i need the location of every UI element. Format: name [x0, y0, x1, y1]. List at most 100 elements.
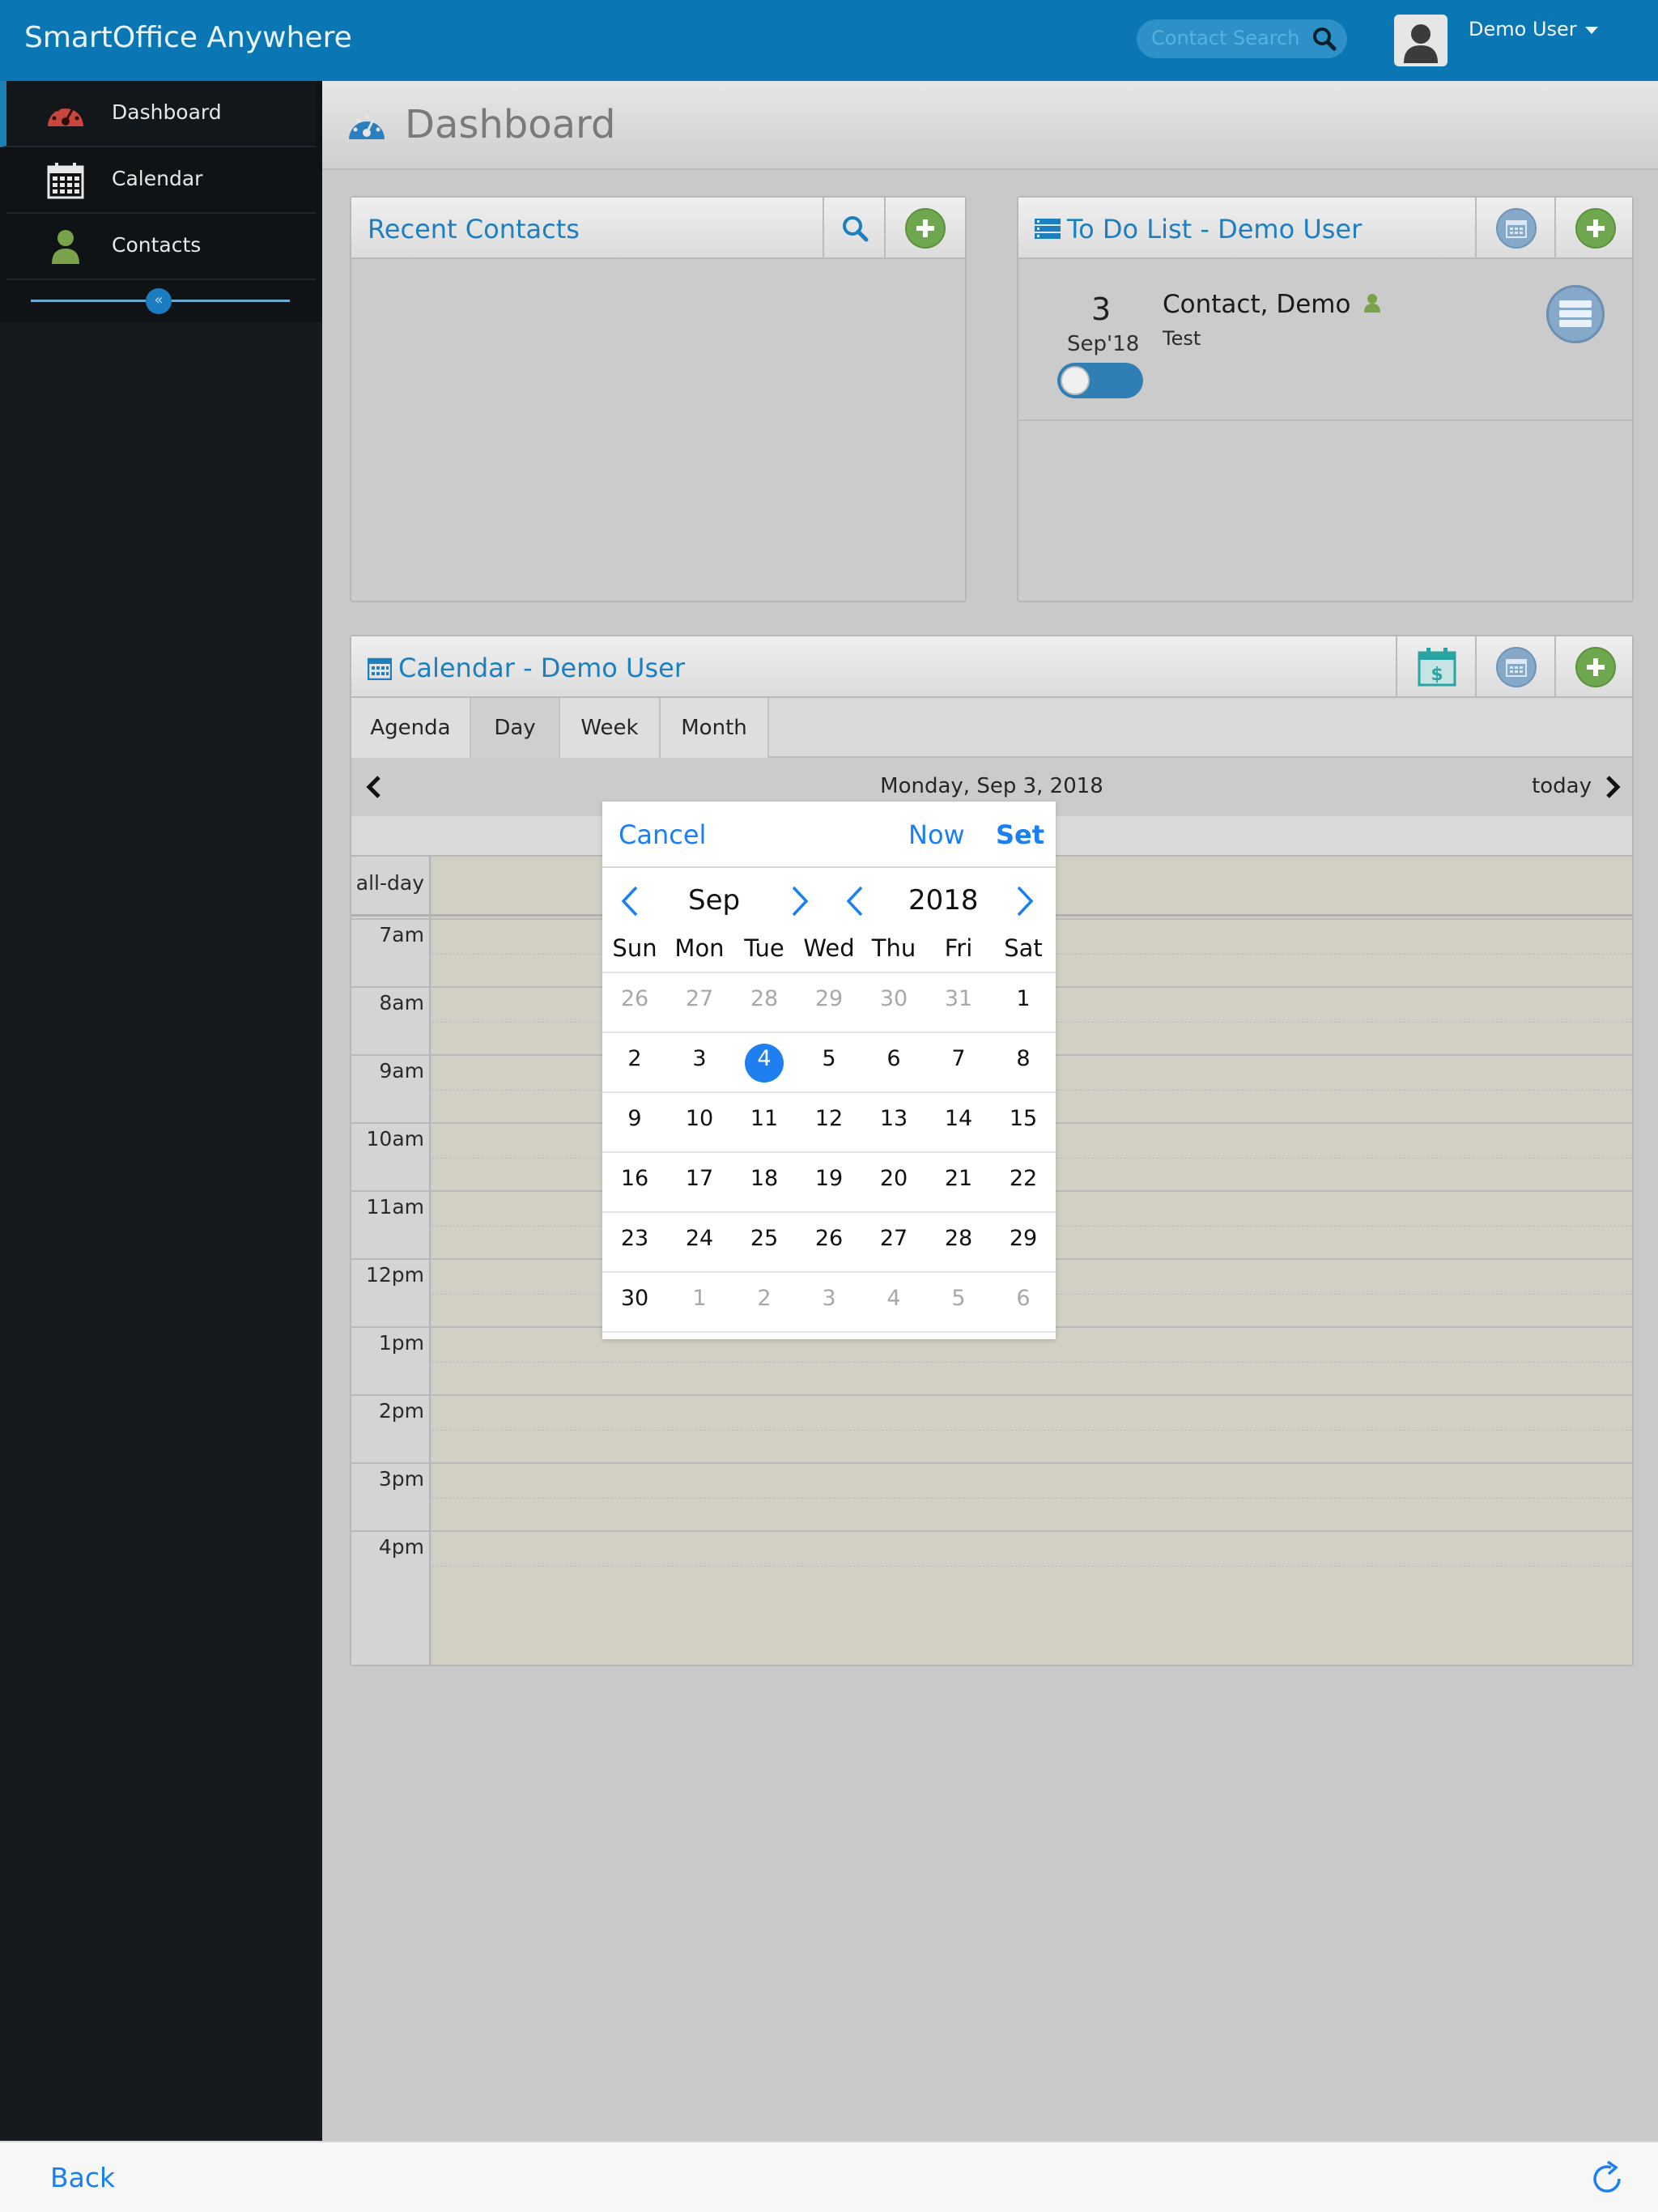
picker-day[interactable]: 5: [926, 1286, 991, 1311]
chevron-right-icon[interactable]: [1601, 774, 1624, 800]
today-button[interactable]: today: [1532, 774, 1592, 798]
picker-day[interactable]: 16: [602, 1166, 667, 1191]
picker-day[interactable]: 14: [926, 1106, 991, 1131]
picker-set-button[interactable]: Set: [996, 819, 1044, 850]
sidebar-item-contacts[interactable]: Contacts: [6, 214, 316, 280]
collapse-chevrons-icon[interactable]: «: [146, 288, 172, 314]
picker-day[interactable]: 9: [602, 1106, 667, 1131]
picker-day[interactable]: 24: [667, 1226, 732, 1251]
picker-day[interactable]: 1: [667, 1286, 732, 1311]
weekday-label: Mon: [674, 934, 725, 962]
picker-day[interactable]: 2: [602, 1046, 667, 1071]
add-todo-button[interactable]: [1554, 198, 1634, 257]
todo-menu-button[interactable]: [1546, 285, 1605, 343]
picker-day[interactable]: 19: [797, 1166, 861, 1191]
picker-day[interactable]: 27: [667, 986, 732, 1011]
add-event-button[interactable]: [1554, 636, 1634, 696]
picker-day[interactable]: 18: [732, 1166, 797, 1191]
todo-contact-name-text[interactable]: Contact, Demo: [1163, 290, 1350, 319]
picker-day[interactable]: 25: [732, 1226, 797, 1251]
picker-day[interactable]: 20: [861, 1166, 926, 1191]
picker-cancel-button[interactable]: Cancel: [619, 819, 706, 850]
picker-day[interactable]: 21: [926, 1166, 991, 1191]
picker-day[interactable]: 29: [991, 1226, 1056, 1251]
calendar-dollar-icon: $: [1418, 648, 1456, 687]
add-contact-button[interactable]: [884, 198, 963, 257]
picker-day[interactable]: 15: [991, 1106, 1056, 1131]
hour-row[interactable]: 4pm: [351, 1530, 1632, 1598]
tab-month[interactable]: Month: [661, 698, 769, 758]
next-month-chevron-icon[interactable]: [789, 884, 811, 918]
hour-row[interactable]: 3pm: [351, 1462, 1632, 1530]
prev-month-chevron-icon[interactable]: [619, 884, 641, 918]
calendar-view-button[interactable]: [1475, 636, 1554, 696]
prev-year-chevron-icon[interactable]: [844, 884, 866, 918]
contact-person-icon: [1364, 294, 1381, 313]
picker-weekday-header: Sun Mon Tue Wed Thu Fri Sat: [602, 929, 1056, 973]
picker-day[interactable]: 29: [797, 986, 861, 1011]
todo-complete-toggle[interactable]: [1057, 363, 1143, 398]
bottom-toolbar: Back: [0, 2141, 1658, 2212]
todo-contact-name[interactable]: Contact, Demo: [1163, 290, 1381, 319]
picker-day[interactable]: 23: [602, 1226, 667, 1251]
picker-day[interactable]: 6: [861, 1046, 926, 1071]
todo-day: 3: [1091, 291, 1112, 327]
picker-day[interactable]: 30: [602, 1286, 667, 1311]
sidebar-item-dashboard[interactable]: Dashboard: [0, 81, 316, 147]
picker-day[interactable]: 12: [797, 1106, 861, 1131]
sidebar-item-label: Dashboard: [112, 100, 222, 124]
sidebar-item-calendar[interactable]: Calendar: [6, 147, 316, 214]
half-hour-line: [432, 1362, 1632, 1363]
tab-day[interactable]: Day: [471, 698, 560, 758]
picker-day[interactable]: 31: [926, 986, 991, 1011]
picker-now-button[interactable]: Now: [908, 819, 965, 850]
picker-day[interactable]: 6: [991, 1286, 1056, 1311]
user-name[interactable]: Demo User: [1469, 18, 1577, 40]
picker-day[interactable]: 3: [797, 1286, 861, 1311]
picker-day[interactable]: 1: [991, 986, 1056, 1011]
contact-search-input[interactable]: Contact Search: [1151, 27, 1299, 49]
picker-day[interactable]: 30: [861, 986, 926, 1011]
contact-search-field[interactable]: Contact Search: [1137, 19, 1347, 58]
picker-day[interactable]: 7: [926, 1046, 991, 1071]
picker-day[interactable]: 8: [991, 1046, 1056, 1071]
next-year-chevron-icon[interactable]: [1014, 884, 1036, 918]
picker-day[interactable]: 3: [667, 1046, 732, 1071]
allday-label: all-day: [355, 871, 424, 895]
picker-day[interactable]: 10: [667, 1106, 732, 1131]
calendar-billing-button[interactable]: $: [1396, 636, 1475, 696]
refresh-icon[interactable]: [1588, 2160, 1626, 2197]
picker-year: 2018: [908, 884, 979, 917]
recent-contacts-search-button[interactable]: [823, 198, 884, 257]
picker-day[interactable]: 26: [797, 1226, 861, 1251]
picker-day[interactable]: 5: [797, 1046, 861, 1071]
picker-day[interactable]: 28: [732, 986, 797, 1011]
current-date-label[interactable]: Monday, Sep 3, 2018: [351, 774, 1632, 798]
picker-day[interactable]: 11: [732, 1106, 797, 1131]
caret-down-icon[interactable]: [1584, 26, 1598, 34]
picker-day[interactable]: 26: [602, 986, 667, 1011]
tab-week[interactable]: Week: [560, 698, 661, 758]
list-stack-icon: [1559, 300, 1592, 327]
picker-day[interactable]: 28: [926, 1226, 991, 1251]
user-avatar[interactable]: [1394, 15, 1448, 66]
tab-agenda[interactable]: Agenda: [351, 698, 471, 758]
search-icon[interactable]: [1312, 26, 1337, 52]
recent-contacts-panel: Recent Contacts: [350, 196, 967, 602]
picker-day[interactable]: 13: [861, 1106, 926, 1131]
picker-day-selected[interactable]: 4: [732, 1046, 797, 1071]
calendar-icon: [1506, 220, 1527, 238]
picker-day[interactable]: 2: [732, 1286, 797, 1311]
todo-calendar-button[interactable]: [1475, 198, 1554, 257]
back-button[interactable]: Back: [50, 2162, 115, 2193]
search-icon: [843, 216, 869, 242]
picker-day[interactable]: 22: [991, 1166, 1056, 1191]
toggle-knob[interactable]: [1061, 366, 1090, 395]
picker-day[interactable]: 4: [861, 1286, 926, 1311]
user-menu[interactable]: Demo User: [1469, 18, 1598, 40]
half-hour-line: [432, 1498, 1632, 1499]
picker-day[interactable]: 17: [667, 1166, 732, 1191]
picker-day[interactable]: 27: [861, 1226, 926, 1251]
todo-item[interactable]: 3 Sep'18 Contact, Demo Test: [1018, 259, 1632, 421]
hour-row[interactable]: 2pm: [351, 1394, 1632, 1462]
